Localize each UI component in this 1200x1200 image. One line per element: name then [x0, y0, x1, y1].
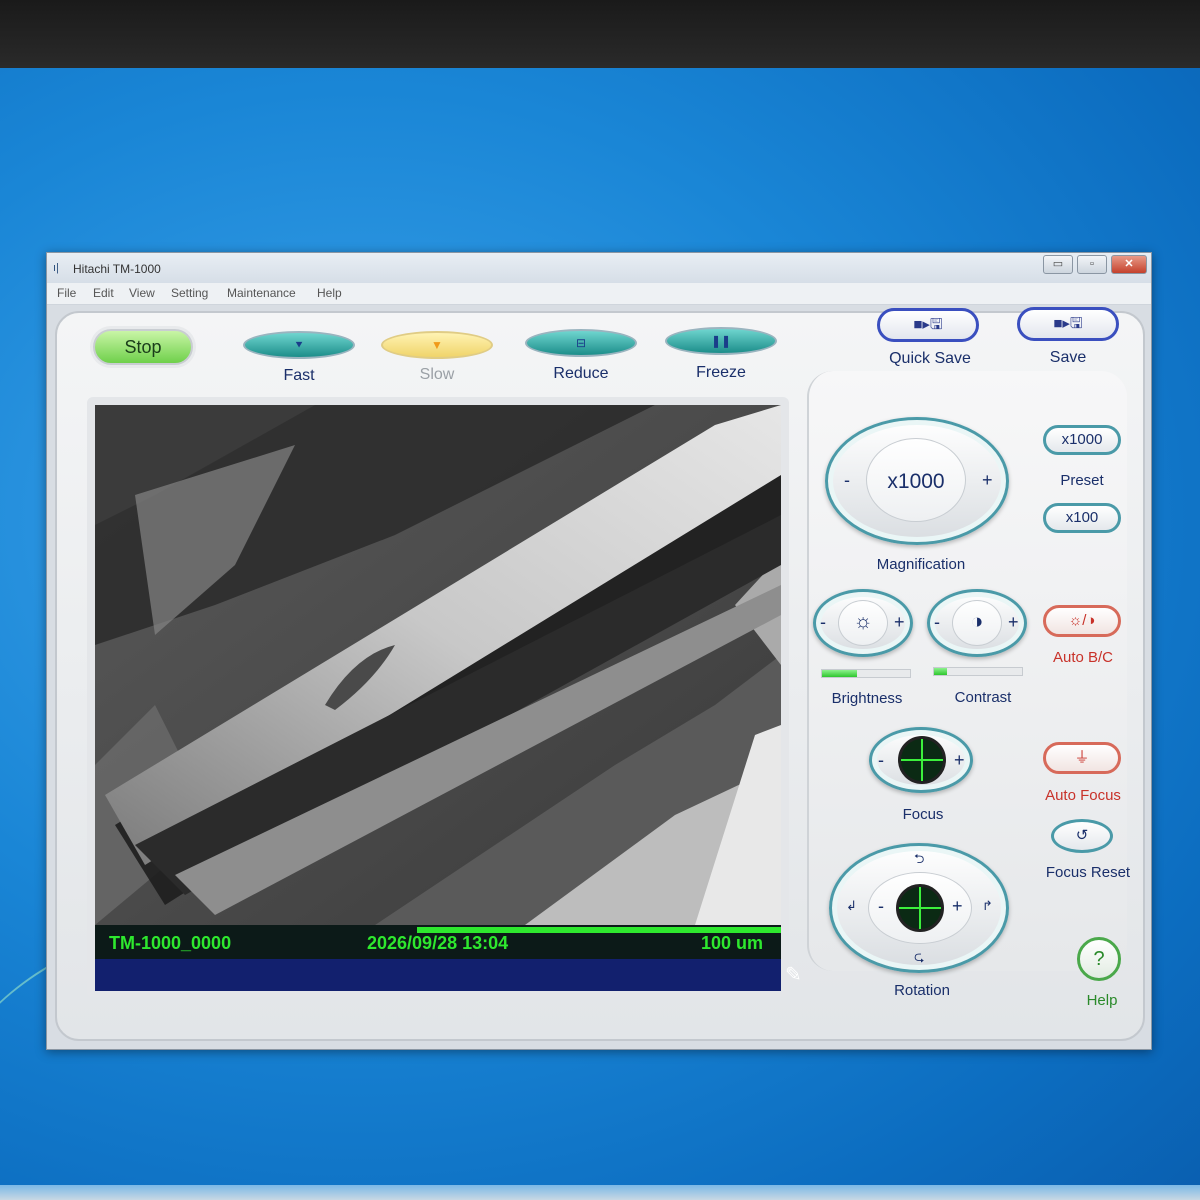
- reduce-icon: ⊟: [575, 336, 587, 350]
- rotation-label: Rotation: [894, 982, 950, 999]
- minimize-button[interactable]: ▭: [1043, 255, 1073, 274]
- magnification-plus[interactable]: +: [982, 470, 993, 491]
- brightness-plus[interactable]: +: [894, 612, 905, 633]
- contrast-icon: ◑: [970, 610, 984, 633]
- reduce-label: Reduce: [553, 365, 609, 382]
- menu-setting[interactable]: Setting: [171, 286, 208, 300]
- auto-bc-label: Auto B/C: [1052, 649, 1114, 666]
- slow-arrow-icon: ▼: [431, 338, 443, 352]
- fast-arrow-icon: ⯆: [294, 338, 304, 352]
- auto-focus-button[interactable]: ⏚: [1043, 742, 1121, 774]
- focus-label: Focus: [902, 806, 944, 823]
- title-bar[interactable]: ı| Hitachi TM-1000 ▭ ▫ ✕: [47, 253, 1151, 283]
- preset-label: Preset: [1060, 472, 1104, 489]
- focus-reset-icon: ↺: [1075, 827, 1089, 844]
- contrast-plus[interactable]: +: [1008, 612, 1019, 633]
- menu-view[interactable]: View: [129, 286, 155, 300]
- brightness-meter-fill: [822, 670, 858, 677]
- menu-maintenance[interactable]: Maintenance: [227, 286, 296, 300]
- image-info-bar: ✎: [95, 959, 802, 991]
- magnification-label: Magnification: [876, 556, 966, 573]
- focus-dial[interactable]: - +: [869, 727, 973, 793]
- close-button[interactable]: ✕: [1111, 255, 1147, 274]
- fast-label: Fast: [283, 367, 315, 384]
- scale-label: 100 um: [701, 933, 764, 953]
- help-label: Help: [1086, 992, 1118, 1009]
- focus-crosshair-icon: [898, 736, 946, 784]
- rotation-right-icon[interactable]: ↱: [982, 898, 993, 914]
- contrast-label: Contrast: [954, 689, 1012, 706]
- app-window: ı| Hitachi TM-1000 ▭ ▫ ✕ File Edit View …: [46, 252, 1152, 1050]
- auto-focus-icon: ⏚: [1074, 749, 1090, 766]
- quick-save-icon: ■▸🖫: [913, 316, 943, 333]
- pause-icon: ❚❚: [710, 334, 732, 348]
- focus-reset-button[interactable]: ↺: [1051, 819, 1113, 853]
- menu-file[interactable]: File: [57, 286, 76, 300]
- auto-bc-icon: ☼/◑: [1068, 612, 1096, 629]
- reduce-button[interactable]: ⊟: [525, 329, 637, 357]
- save-label: Save: [1049, 349, 1087, 366]
- image-status-bar: TM-1000_0000 2026/09/28 13:04 100 um: [95, 925, 781, 959]
- rotation-left-icon[interactable]: ↲: [846, 898, 857, 914]
- image-name: TM-1000_0000: [109, 933, 232, 953]
- save-icon: ■▸🖫: [1053, 315, 1083, 332]
- focus-minus[interactable]: -: [878, 750, 884, 771]
- window-title: Hitachi TM-1000: [73, 262, 161, 276]
- edit-icon[interactable]: ✎: [785, 962, 811, 986]
- contrast-minus[interactable]: -: [934, 612, 940, 633]
- monitor-bezel: [0, 0, 1200, 68]
- save-button[interactable]: ■▸🖫: [1017, 307, 1119, 341]
- slow-label: Slow: [419, 366, 455, 383]
- brightness-meter: [821, 669, 911, 678]
- brightness-dial[interactable]: - + ☼: [813, 589, 913, 657]
- quick-save-label: Quick Save: [889, 350, 971, 367]
- auto-focus-label: Auto Focus: [1045, 787, 1121, 804]
- brightness-minus[interactable]: -: [820, 612, 826, 633]
- sem-image-view[interactable]: [95, 405, 781, 925]
- contrast-dial[interactable]: - + ◑: [927, 589, 1027, 657]
- slow-button[interactable]: ▼: [381, 331, 493, 359]
- rotation-cw-icon[interactable]: ⮎: [914, 948, 924, 970]
- sun-icon: ☼: [853, 610, 873, 633]
- taskbar-edge: [0, 1185, 1200, 1200]
- rotation-crosshair-icon: [896, 884, 944, 932]
- help-button[interactable]: ?: [1077, 937, 1121, 981]
- preset-x1000-button[interactable]: x1000: [1043, 425, 1121, 455]
- focus-plus[interactable]: +: [954, 750, 965, 771]
- maximize-button[interactable]: ▫: [1077, 255, 1107, 274]
- image-datetime: 2026/09/28 13:04: [367, 933, 509, 953]
- app-icon: ı|: [53, 262, 59, 274]
- contrast-meter: [933, 667, 1023, 676]
- magnification-value: x1000: [887, 470, 945, 493]
- menu-edit[interactable]: Edit: [93, 286, 114, 300]
- help-icon: ?: [1093, 948, 1105, 970]
- preset-x100-button[interactable]: x100: [1043, 503, 1121, 533]
- rotation-minus[interactable]: -: [878, 896, 884, 917]
- menu-bar: File Edit View Setting Maintenance Help: [47, 283, 1151, 305]
- rotation-dial[interactable]: ⮌ ⮎ ↲ ↱ - +: [829, 843, 1009, 973]
- sem-micrograph: [95, 405, 781, 925]
- menu-help[interactable]: Help: [317, 286, 342, 300]
- auto-bc-button[interactable]: ☼/◑: [1043, 605, 1121, 637]
- brightness-label: Brightness: [831, 690, 903, 707]
- freeze-label: Freeze: [696, 364, 746, 381]
- fast-button[interactable]: ⯆: [243, 331, 355, 359]
- focus-reset-label: Focus Reset: [1045, 864, 1131, 881]
- magnification-dial[interactable]: - + x1000: [825, 417, 1009, 545]
- magnification-minus[interactable]: -: [844, 470, 850, 491]
- stop-button[interactable]: Stop: [93, 329, 193, 365]
- rotation-ccw-icon[interactable]: ⮌: [914, 850, 924, 872]
- contrast-meter-fill: [934, 668, 948, 675]
- freeze-button[interactable]: ❚❚: [665, 327, 777, 355]
- rotation-plus[interactable]: +: [952, 896, 963, 917]
- quick-save-button[interactable]: ■▸🖫: [877, 308, 979, 342]
